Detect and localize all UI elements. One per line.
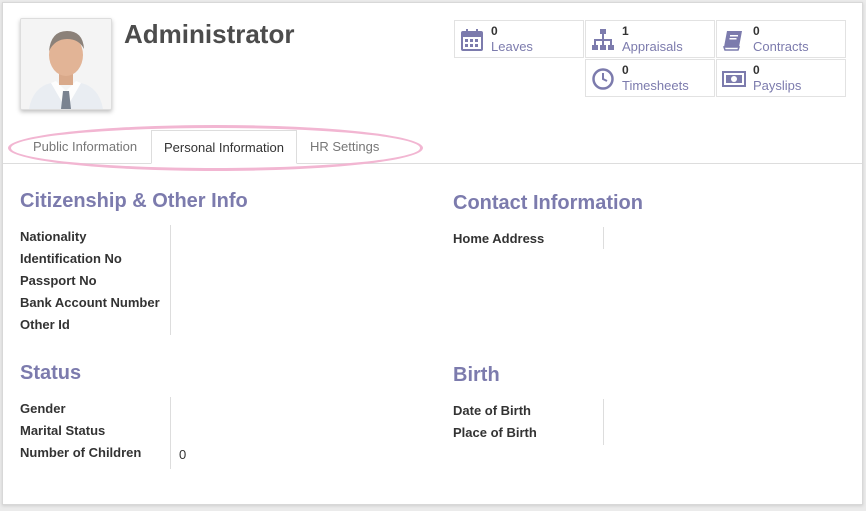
section-title-birth: Birth (453, 364, 500, 386)
clock-icon (591, 67, 615, 91)
appraisals-label: Appraisals (622, 39, 683, 54)
leaves-label: Leaves (491, 39, 533, 54)
org-chart-icon (591, 28, 615, 52)
appraisals-count: 1 (622, 24, 629, 38)
section-title-citizenship: Citizenship & Other Info (20, 190, 248, 212)
label-passport-no: Passport No (20, 273, 97, 288)
book-icon (722, 28, 746, 52)
field-divider (603, 227, 604, 249)
label-nationality: Nationality (20, 229, 87, 244)
calendar-icon (460, 28, 484, 52)
contracts-label: Contracts (753, 39, 809, 54)
tab-public-information[interactable]: Public Information (21, 130, 149, 163)
section-title-status: Status (20, 362, 82, 384)
tab-hr-settings[interactable]: HR Settings (298, 130, 391, 163)
payslips-count: 0 (753, 63, 760, 77)
field-divider (170, 225, 171, 335)
number-of-children-value[interactable]: 0 (179, 447, 186, 462)
timesheets-label: Timesheets (622, 78, 689, 93)
label-gender: Gender (20, 401, 66, 416)
appraisals-stat-button[interactable]: 1 Appraisals (585, 20, 715, 58)
money-icon (722, 67, 746, 91)
label-number-of-children: Number of Children (20, 445, 142, 460)
label-bank-account-number: Bank Account Number (20, 295, 160, 310)
timesheets-count: 0 (622, 63, 629, 77)
leaves-count: 0 (491, 24, 498, 38)
label-home-address: Home Address (453, 231, 545, 246)
leaves-stat-button[interactable]: 0 Leaves (454, 20, 584, 58)
form-tabs: Public Information Personal Information … (3, 130, 862, 164)
label-date-of-birth: Date of Birth (453, 403, 531, 418)
employee-photo (21, 19, 111, 109)
payslips-stat-button[interactable]: 0 Payslips (716, 59, 846, 97)
label-place-of-birth: Place of Birth (453, 425, 537, 440)
label-identification-no: Identification No (20, 251, 122, 266)
tab-personal-information[interactable]: Personal Information (151, 130, 297, 164)
label-marital-status: Marital Status (20, 423, 106, 438)
employee-form-sheet: Administrator 0 Leaves 1 Appraisals 0 Co… (2, 2, 863, 505)
field-divider (603, 399, 604, 445)
employee-name: Administrator (124, 19, 295, 49)
contracts-count: 0 (753, 24, 760, 38)
employee-avatar[interactable] (20, 18, 112, 110)
timesheets-stat-button[interactable]: 0 Timesheets (585, 59, 715, 97)
label-other-id: Other Id (20, 317, 70, 332)
contracts-stat-button[interactable]: 0 Contracts (716, 20, 846, 58)
section-title-contact: Contact Information (453, 192, 643, 214)
payslips-label: Payslips (753, 78, 802, 93)
field-divider (170, 397, 171, 469)
